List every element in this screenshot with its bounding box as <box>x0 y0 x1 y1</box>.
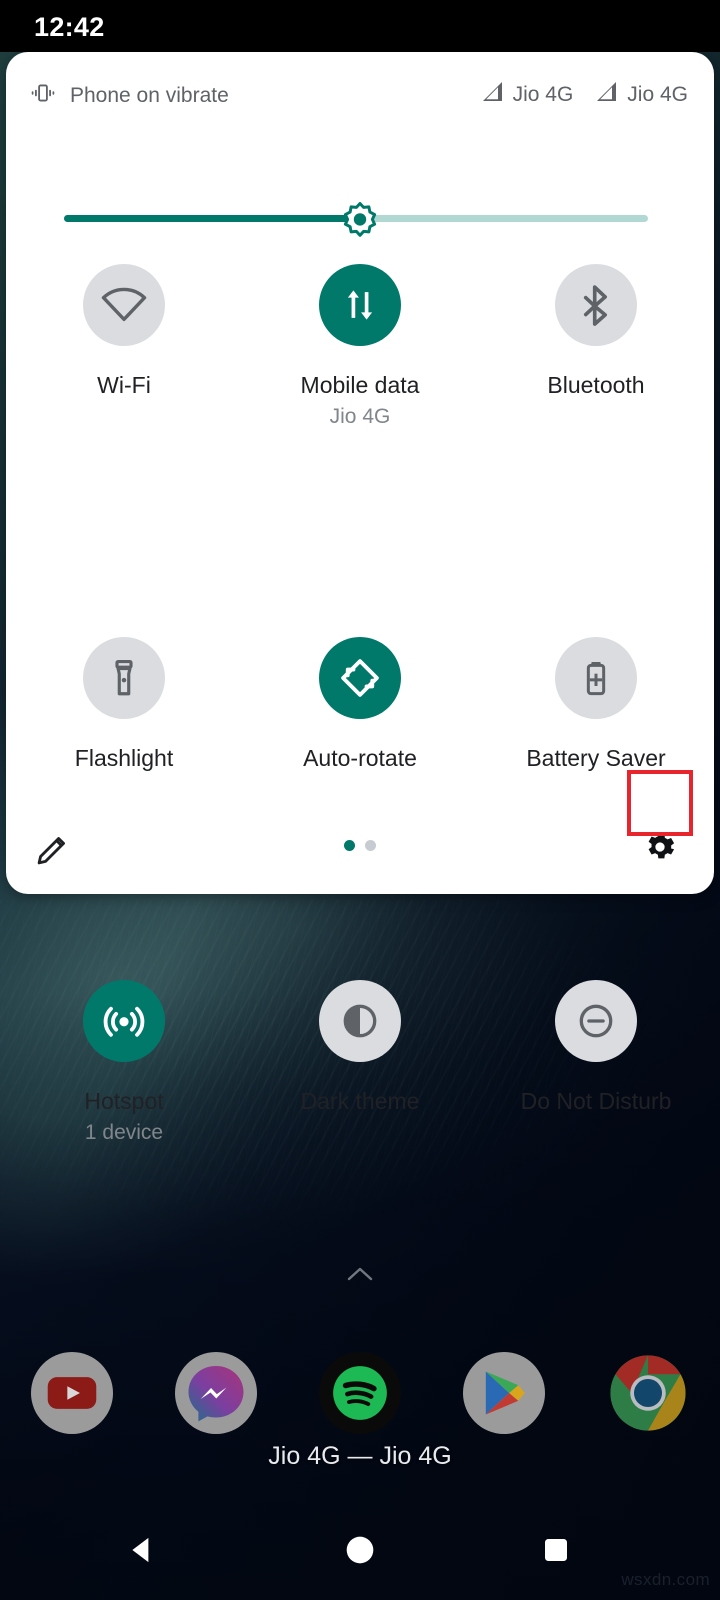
tile-hotspot[interactable]: Hotspot 1 device <box>6 980 242 1145</box>
quick-settings-panel: Phone on vibrate Jio 4G Jio 4G Wi-Fi Mob… <box>6 52 714 1144</box>
chevron-up-icon[interactable] <box>340 1262 380 1286</box>
status-bar: 12:42 <box>0 0 720 52</box>
page-dot-active[interactable] <box>344 840 355 851</box>
tile-label: Auto-rotate <box>303 745 417 771</box>
tile-label: Battery Saver <box>526 745 666 771</box>
do-not-disturb-icon <box>555 980 637 1062</box>
auto-rotate-icon <box>319 637 401 719</box>
gear-settings-icon[interactable] <box>627 814 693 880</box>
home-dock <box>0 1348 720 1438</box>
tile-label: Dark theme <box>300 1088 420 1114</box>
nav-recents-square-icon[interactable] <box>496 1500 616 1600</box>
signal-bars-icon <box>481 80 505 109</box>
dock-item-play-store[interactable] <box>432 1348 576 1438</box>
bluetooth-icon <box>555 264 637 346</box>
tile-label: Bluetooth <box>547 372 645 398</box>
brightness-sun-icon[interactable] <box>342 202 378 238</box>
nav-back-triangle-icon[interactable] <box>82 1500 202 1600</box>
signal-bars-icon <box>595 80 619 109</box>
flashlight-icon <box>83 637 165 719</box>
tile-battery-saver[interactable]: Battery Saver <box>478 637 714 772</box>
signal-indicator-sim2: Jio 4G <box>595 80 688 109</box>
tile-row: Wi-Fi Mobile data Jio 4G Bluetooth <box>6 264 714 429</box>
tile-label: Hotspot <box>84 1088 164 1114</box>
tile-sublabel: 1 device <box>84 1121 164 1144</box>
navigation-bar <box>0 1500 720 1600</box>
carrier-label: Jio 4G — Jio 4G <box>268 1442 452 1470</box>
phone-vibrate-status: Phone on vibrate <box>30 80 229 111</box>
tile-auto-rotate[interactable]: Auto-rotate <box>242 637 478 772</box>
page-indicator-dots <box>6 840 714 851</box>
vibrate-label: Phone on vibrate <box>70 83 229 107</box>
tile-label: Flashlight <box>74 745 174 771</box>
dock-item-spotify[interactable] <box>288 1348 432 1438</box>
brightness-slider[interactable] <box>64 202 648 237</box>
tile-dark-theme[interactable]: Dark theme <box>242 980 478 1145</box>
dark-theme-icon <box>319 980 401 1062</box>
tile-label: Do Not Disturb <box>520 1088 672 1114</box>
chrome-icon <box>607 1352 689 1434</box>
tile-flashlight[interactable]: Flashlight <box>6 637 242 772</box>
hotspot-icon <box>83 980 165 1062</box>
dock-item-messenger[interactable] <box>144 1348 288 1438</box>
messenger-icon <box>175 1352 257 1434</box>
tile-wifi[interactable]: Wi-Fi <box>6 264 242 429</box>
youtube-icon <box>31 1352 113 1434</box>
tile-bluetooth[interactable]: Bluetooth <box>478 264 714 429</box>
quick-settings-header: Phone on vibrate Jio 4G Jio 4G <box>6 52 714 132</box>
tile-row: Flashlight Auto-rotate Battery Saver <box>6 637 714 772</box>
battery-saver-icon <box>555 637 637 719</box>
mobile-data-icon <box>319 264 401 346</box>
dock-item-youtube[interactable] <box>0 1348 144 1438</box>
tile-do-not-disturb[interactable]: Do Not Disturb <box>478 980 714 1145</box>
signal-indicator-sim1: Jio 4G <box>481 80 574 109</box>
tile-mobile-data[interactable]: Mobile data Jio 4G <box>242 264 478 429</box>
signal-label-sim2: Jio 4G <box>627 82 688 106</box>
tile-label: Wi-Fi <box>97 372 151 398</box>
signal-label-sim1: Jio 4G <box>512 82 574 106</box>
status-bar-clock: 12:42 <box>34 12 105 42</box>
tile-label: Mobile data <box>300 372 420 398</box>
tile-row: Hotspot 1 device Dark theme Do Not Distu… <box>6 980 714 1145</box>
page-dot-inactive[interactable] <box>365 840 376 851</box>
brightness-track-fill <box>64 215 359 222</box>
site-watermark: wsxdn.com <box>621 1570 710 1589</box>
quick-settings-footer <box>6 802 714 894</box>
vibrate-icon <box>30 80 56 111</box>
signal-indicators: Jio 4G Jio 4G <box>459 80 688 109</box>
phone-screen: 12:42 Phone on vibrate Jio 4G Jio 4G Wi-… <box>0 0 720 1600</box>
dock-item-chrome[interactable] <box>576 1348 720 1438</box>
spotify-icon <box>319 1352 401 1434</box>
play-store-icon <box>463 1352 545 1434</box>
quick-settings-tiles: Wi-Fi Mobile data Jio 4G Bluetooth Flash… <box>6 264 714 1145</box>
tile-sublabel: Jio 4G <box>329 405 391 428</box>
wifi-icon <box>83 264 165 346</box>
nav-home-circle-icon[interactable] <box>300 1500 420 1600</box>
